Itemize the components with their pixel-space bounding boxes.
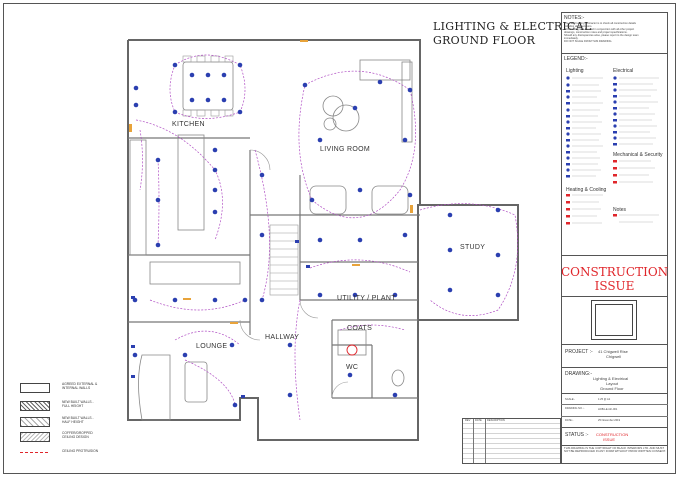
logo-box — [591, 300, 637, 340]
key-agreed-walls-swatch — [20, 383, 50, 393]
staircase — [269, 224, 299, 296]
fcu-units — [129, 40, 413, 324]
key-ceiling-swatch — [20, 432, 50, 442]
drawing-divider — [561, 393, 668, 394]
drawing-value-3: Ground Floor — [600, 386, 624, 391]
date-value: 25 November 2019 — [598, 419, 621, 422]
status-value-2: ISSUE — [603, 437, 616, 442]
construction-issue-stamp: CONSTRUCTION ISSUE — [561, 265, 669, 293]
copyright-note: THIS DRAWING IS THE COPYRIGHT OF BLACK I… — [564, 446, 666, 454]
room-hallway: HALLWAY — [265, 334, 300, 341]
date-divider — [561, 427, 668, 428]
key-protrusion-line — [20, 452, 48, 453]
notes-body: The main building contractor is to check… — [564, 22, 639, 43]
scale-label: SCALE:- — [565, 398, 576, 401]
status-label: STATUS :- — [565, 432, 589, 438]
external-walls — [127, 39, 519, 441]
project-label: PROJECT :- — [565, 349, 593, 355]
rev-col-rev: REV — [465, 419, 471, 422]
legend-heading: LEGEND:- — [564, 56, 588, 62]
room-wc: WC — [346, 364, 359, 371]
notes-divider — [561, 53, 668, 54]
room-living: LIVING ROOM — [320, 146, 370, 153]
drawing-no-label: DRAWING NO.:- — [565, 407, 585, 410]
coats-feature-light — [346, 344, 358, 356]
socket-symbols — [131, 240, 310, 398]
project-divider — [561, 367, 668, 368]
key-new-half-swatch — [20, 417, 50, 427]
wc-fittings — [337, 329, 405, 387]
dwgno-divider — [561, 416, 668, 417]
key-new-full: NEW BUILT WALLS - FULL HEIGHT — [62, 400, 94, 408]
drawing-label: DRAWING:- — [565, 371, 593, 377]
legend-divider — [561, 255, 668, 256]
rev-col-desc: DESCRIPTION — [487, 419, 505, 422]
legend-symbols — [566, 76, 659, 225]
room-coats: COATS — [347, 325, 373, 332]
date-label: DATE:- — [565, 419, 574, 422]
stamp-divider — [561, 296, 668, 297]
drawing-sheet: LIGHTING & ELECTRICAL GROUND FLOOR KITCH… — [0, 0, 680, 478]
room-study: STUDY — [460, 244, 486, 251]
internal-walls — [128, 137, 420, 399]
room-kitchen: KITCHEN — [172, 121, 205, 128]
rev-col-date: DATE — [475, 419, 482, 422]
light-fittings — [132, 62, 501, 408]
project-value-2: Chigwell — [606, 354, 622, 359]
scale-divider — [561, 404, 668, 405]
room-utility: UTILITY / PLANT — [337, 295, 396, 302]
key-agreed-walls: AGREED EXTERNAL & INTERNAL WALLS — [62, 382, 98, 390]
notes-heading: NOTES:- — [564, 15, 585, 21]
drawing-no-value: HOB-LE-GF-001 — [598, 408, 618, 411]
logo-divider — [561, 344, 668, 345]
room-lounge: LOUNGE — [196, 343, 228, 350]
key-new-half: NEW BUILT WALLS - HALF HEIGHT — [62, 416, 94, 424]
floor-plan — [127, 39, 519, 441]
dining-chairs — [182, 55, 234, 117]
key-protrusion: CEILING PROTRUSION — [62, 449, 99, 453]
key-ceiling: COFFER/DROPPED CEILING DESIGN — [62, 431, 93, 439]
key-new-full-swatch — [20, 401, 50, 411]
lounge-furniture — [138, 354, 208, 421]
scale-value: 1:25 @ A1 — [598, 398, 611, 401]
kitchen-fittings — [129, 61, 241, 285]
revision-table: REV DATE DESCRIPTION — [462, 418, 561, 464]
